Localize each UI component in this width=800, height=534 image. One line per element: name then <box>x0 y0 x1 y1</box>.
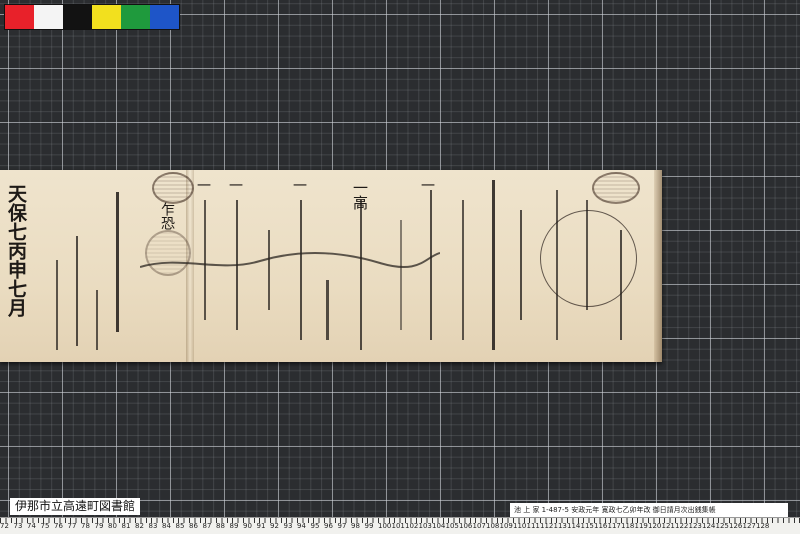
seal-stamp <box>152 172 194 204</box>
ruler-number: 123 <box>688 522 702 530</box>
circle-mark <box>540 210 637 307</box>
text-column: 一 <box>291 178 307 192</box>
brush-stroke <box>556 190 558 340</box>
ruler-number: 89 <box>229 522 239 530</box>
ruler-number: 117 <box>607 522 621 530</box>
ruler-number: 108 <box>486 522 500 530</box>
ruler-number: 77 <box>67 522 77 530</box>
ruler-number: 125 <box>715 522 729 530</box>
ruler-number: 106 <box>459 522 473 530</box>
ruler-number: 82 <box>135 522 144 530</box>
brush-stroke <box>400 220 402 330</box>
ruler-number: 105 <box>445 522 459 530</box>
ruler-number: 107 <box>472 522 486 530</box>
ruler-number: 81 <box>121 522 131 530</box>
ruler-number: 98 <box>351 522 360 530</box>
brush-stroke <box>326 280 329 340</box>
ruler-number: 126 <box>729 522 743 530</box>
swatch-blue <box>150 5 179 29</box>
ruler-number: 127 <box>742 522 756 530</box>
ruler-number: 118 <box>621 522 635 530</box>
library-label: 伊那市立高遠町図書館 <box>10 498 141 515</box>
ruler-number: 91 <box>256 522 266 530</box>
brush-stroke <box>76 236 78 346</box>
ruler-number: 97 <box>337 522 347 530</box>
ruler-number: 95 <box>310 522 320 530</box>
color-checker <box>4 4 180 30</box>
ruler-number: 124 <box>702 522 716 530</box>
ruler-number: 104 <box>432 522 446 530</box>
ruler-number: 102 <box>405 522 419 530</box>
brush-stroke <box>620 230 622 340</box>
ruler-numbers: 72 73 74 75 76 77 78 79 80 81 82 83 84 85 86 87 88 89 90 91… <box>0 522 800 533</box>
ruler-number: 92 <box>270 522 279 530</box>
ruler-number: 119 <box>634 522 648 530</box>
swatch-white <box>34 5 63 29</box>
ruler-number: 103 <box>418 522 432 530</box>
ruler-number: 78 <box>81 522 90 530</box>
brush-stroke <box>56 260 58 350</box>
ruler-number: 85 <box>175 522 185 530</box>
date-column: 天保七丙申七月 <box>5 184 27 317</box>
ruler-number: 94 <box>297 522 306 530</box>
ruler-number: 120 <box>648 522 662 530</box>
brush-stroke <box>586 200 588 310</box>
ruler-number: 112 <box>540 522 554 530</box>
ruler-number: 110 <box>513 522 527 530</box>
ruler-number: 88 <box>216 522 225 530</box>
ruler-number: 101 <box>391 522 405 530</box>
brush-stroke <box>520 210 522 320</box>
ruler-number: 96 <box>324 522 333 530</box>
ruler-number: 80 <box>108 522 117 530</box>
text-column: 一 <box>195 178 211 192</box>
ruler-number: 76 <box>54 522 63 530</box>
text-column: 乍恐 <box>159 202 175 230</box>
ruler-number: 115 <box>580 522 594 530</box>
ruler-number: 84 <box>162 522 171 530</box>
seal-stamp <box>592 172 640 204</box>
measuring-ruler: 72 73 74 75 76 77 78 79 80 81 82 83 84 85 86 87 88 89 90 91… <box>0 517 800 534</box>
ruler-number: 83 <box>148 522 158 530</box>
ruler-number: 93 <box>283 522 293 530</box>
brush-stroke <box>116 192 119 332</box>
ruler-number: 74 <box>27 522 36 530</box>
swatch-green <box>121 5 150 29</box>
ruler-number: 111 <box>526 522 540 530</box>
ruler-number: 99 <box>364 522 374 530</box>
ruler-number: 90 <box>243 522 252 530</box>
ruler-number: 116 <box>594 522 608 530</box>
ruler-number: 86 <box>189 522 198 530</box>
catalog-label: 池 上 家 1-487-5 安政元年 寛政七乙卯年改 御日請月次出銭集帳 <box>510 503 788 517</box>
ruler-number: 72 <box>0 522 9 530</box>
ruler-number: 109 <box>499 522 513 530</box>
ruler-number: 73 <box>13 522 23 530</box>
text-column: 一 <box>227 178 243 192</box>
ruler-number: 79 <box>94 522 104 530</box>
ruler-number: 113 <box>553 522 567 530</box>
paper-edge <box>654 170 662 362</box>
swatch-yellow <box>92 5 121 29</box>
brush-stroke <box>96 290 98 350</box>
ruler-number: 122 <box>675 522 689 530</box>
ruler-number: 100 <box>378 522 392 530</box>
ruler-number: 114 <box>567 522 581 530</box>
brush-stroke <box>462 200 464 340</box>
ruler-number: 128 <box>756 522 770 530</box>
brush-stroke <box>492 180 495 350</box>
wavy-ink-line <box>140 252 440 269</box>
swatch-red <box>5 5 34 29</box>
brush-stroke <box>360 200 362 350</box>
ruler-number: 87 <box>202 522 212 530</box>
swatch-black <box>63 5 92 29</box>
ruler-number: 75 <box>40 522 50 530</box>
ruler-number: 121 <box>661 522 675 530</box>
